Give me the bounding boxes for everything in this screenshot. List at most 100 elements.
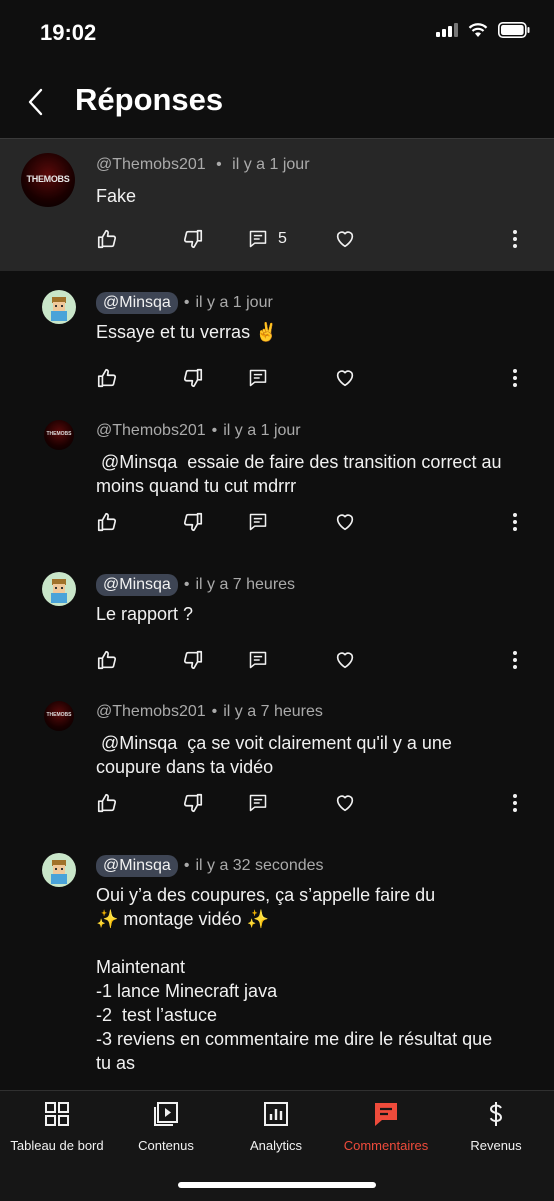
- like-button[interactable]: [96, 225, 118, 253]
- tab-dashboard[interactable]: Tableau de bord: [2, 1101, 112, 1153]
- avatar-character-icon: [51, 579, 67, 603]
- more-vert-icon: [513, 513, 517, 531]
- dislike-button[interactable]: [182, 508, 204, 536]
- more-vert-icon: [513, 369, 517, 387]
- thumb-up-icon: [97, 650, 117, 670]
- heart-button[interactable]: [334, 364, 356, 392]
- heart-button[interactable]: [334, 789, 356, 817]
- reply-icon: [249, 369, 267, 387]
- comments-icon: [375, 1103, 397, 1126]
- avatar-character-icon: [51, 297, 67, 321]
- status-bar: 19:02: [0, 0, 554, 66]
- comment-text: @Minsqa ça se voit clairement qu'il y a …: [96, 731, 546, 779]
- chevron-left-icon: [28, 88, 43, 116]
- dislike-button[interactable]: [182, 364, 204, 392]
- avatar[interactable]: [42, 290, 76, 324]
- comment-meta: @Themobs201 • il y a 1 jour: [96, 156, 310, 173]
- comment-age: il y a 32 secondes: [195, 857, 324, 874]
- comment-age: il y a 1 jour: [232, 156, 310, 173]
- comment-author[interactable]: @Minsqa: [96, 574, 178, 596]
- comment-age: il y a 7 heures: [195, 576, 296, 593]
- battery-icon: [498, 22, 530, 38]
- thumb-down-icon: [183, 793, 203, 813]
- thumb-down-icon: [183, 229, 203, 249]
- comment-line: -3 reviens en commentaire me dire le rés…: [96, 1029, 493, 1049]
- reply-icon: [249, 230, 267, 248]
- like-button[interactable]: [96, 364, 118, 392]
- comment-actions: [96, 789, 536, 817]
- comment-meta: @Minsqa • il y a 1 jour: [96, 292, 273, 314]
- comment-author[interactable]: @Themobs201: [96, 422, 206, 439]
- tab-content[interactable]: Contenus: [111, 1101, 221, 1153]
- avatar[interactable]: THEMOBS: [21, 153, 75, 207]
- comment-age: il y a 1 jour: [223, 422, 301, 439]
- comment-age: il y a 7 heures: [223, 703, 323, 720]
- reply-count: 5: [278, 230, 287, 247]
- tab-comments[interactable]: Commentaires: [331, 1101, 441, 1153]
- reply-button[interactable]: [248, 789, 268, 817]
- comment-text: Le rapport ?: [96, 602, 546, 626]
- reply-button[interactable]: [248, 364, 268, 392]
- back-button[interactable]: [22, 82, 52, 122]
- reply-button[interactable]: [248, 646, 268, 674]
- dislike-button[interactable]: [182, 646, 204, 674]
- more-vert-icon: [513, 794, 517, 812]
- reply-icon: [249, 794, 267, 812]
- thumb-up-icon: [97, 368, 117, 388]
- more-button[interactable]: [512, 508, 518, 536]
- avatar[interactable]: THEMOBS: [44, 420, 74, 450]
- more-button[interactable]: [512, 646, 518, 674]
- more-button[interactable]: [512, 364, 518, 392]
- home-indicator: [178, 1182, 376, 1188]
- thumb-up-icon: [97, 793, 117, 813]
- dislike-button[interactable]: [182, 225, 204, 253]
- reply-button[interactable]: 5: [248, 225, 287, 253]
- heart-button[interactable]: [334, 646, 356, 674]
- avatar[interactable]: THEMOBS: [44, 701, 74, 731]
- analytics-icon: [264, 1102, 288, 1126]
- reply-icon: [249, 651, 267, 669]
- comment-line: -2 test l’astuce: [96, 1005, 218, 1025]
- comment-line: moins quand tu cut mdrrr: [96, 476, 297, 496]
- tab-label: Revenus: [470, 1138, 522, 1153]
- avatar-logo-text: THEMOBS: [46, 431, 72, 437]
- thumb-up-icon: [97, 512, 117, 532]
- comment-meta: @Themobs201 • il y a 1 jour: [96, 422, 301, 439]
- like-button[interactable]: [96, 789, 118, 817]
- dislike-button[interactable]: [182, 789, 204, 817]
- dashboard-icon: [45, 1102, 69, 1126]
- comment-actions: [96, 508, 536, 536]
- avatar[interactable]: [42, 572, 76, 606]
- comment-actions: [96, 646, 536, 674]
- more-button[interactable]: [512, 789, 518, 817]
- comment-line: @Minsqa essaie de faire des transition c…: [96, 452, 502, 472]
- signal-icon: [436, 23, 458, 37]
- tab-analytics[interactable]: Analytics: [221, 1101, 331, 1153]
- thumb-down-icon: [183, 512, 203, 532]
- reply-button[interactable]: [248, 508, 268, 536]
- comment-author[interactable]: @Themobs201: [96, 703, 206, 720]
- heart-button[interactable]: [334, 508, 356, 536]
- comment-author[interactable]: @Minsqa: [96, 855, 178, 877]
- comment-text: @Minsqa essaie de faire des transition c…: [96, 450, 546, 498]
- comment-line: coupure dans ta vidéo: [96, 757, 274, 777]
- like-button[interactable]: [96, 646, 118, 674]
- comment-line: Maintenant: [96, 957, 186, 977]
- comment-actions: [96, 364, 536, 392]
- heart-icon: [336, 370, 354, 387]
- comment-age: il y a 1 jour: [195, 294, 273, 311]
- wifi-icon: [468, 22, 488, 37]
- header: Réponses: [0, 66, 554, 138]
- heart-button[interactable]: [334, 225, 356, 253]
- avatar[interactable]: [42, 853, 76, 887]
- like-button[interactable]: [96, 508, 118, 536]
- tab-label: Commentaires: [343, 1138, 429, 1153]
- tab-revenue[interactable]: Revenus: [441, 1101, 551, 1153]
- comment-author[interactable]: @Minsqa: [96, 292, 178, 314]
- comment-author[interactable]: @Themobs201: [96, 156, 206, 173]
- more-button[interactable]: [512, 225, 518, 253]
- tab-label: Analytics: [249, 1138, 303, 1153]
- comment-text: Essaye et tu verras ✌️: [96, 320, 546, 344]
- comment-meta: @Minsqa • il y a 7 heures: [96, 574, 295, 596]
- comment-line: ✨ montage vidéo ✨: [96, 909, 269, 929]
